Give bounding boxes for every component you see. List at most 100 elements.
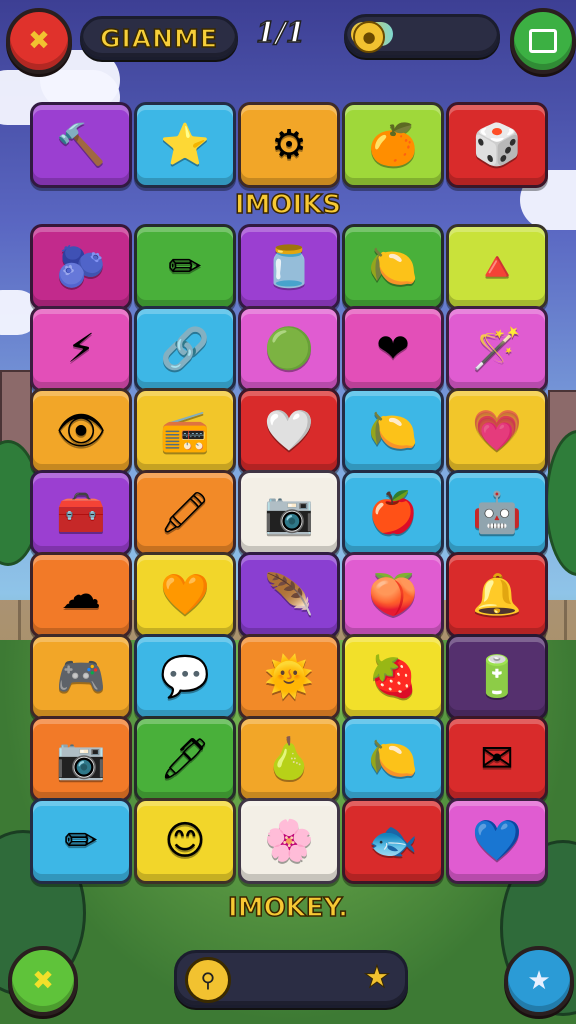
tile-lemon-face[interactable]: 🍋 bbox=[342, 224, 444, 310]
tile-gear[interactable]: ⚙ bbox=[238, 102, 340, 188]
plum-icon: 🍑 bbox=[368, 572, 418, 618]
marker-icon: 🖊 bbox=[159, 736, 211, 782]
tile-robot-box[interactable]: 🤖 bbox=[446, 470, 548, 556]
tile-toolbox[interactable]: 🧰 bbox=[30, 470, 132, 556]
tile-camera[interactable]: 📷 bbox=[238, 470, 340, 556]
tile-camera[interactable]: 📷 bbox=[30, 716, 132, 802]
tile-eye-device[interactable]: 👁 bbox=[30, 388, 132, 474]
coin-icon: ● bbox=[353, 21, 385, 53]
cone-icon: 🔺 bbox=[472, 244, 522, 290]
x-icon: ✖ bbox=[32, 966, 54, 996]
tile-pear[interactable]: 🍐 bbox=[238, 716, 340, 802]
tile-gamepad[interactable]: 🎮 bbox=[30, 634, 132, 720]
close-button[interactable]: ✖ bbox=[6, 8, 72, 74]
tile-marker[interactable]: 🖍 bbox=[134, 470, 236, 556]
star-icon: ⭐ bbox=[160, 122, 210, 168]
tile-strawberry[interactable]: 🍓 bbox=[342, 634, 444, 720]
tile-smiley-star[interactable]: 😊 bbox=[134, 798, 236, 884]
star-icon: ★ bbox=[363, 959, 391, 995]
magnifier-icon[interactable]: ⚲ bbox=[185, 957, 231, 1003]
tile-heart-bubble[interactable]: 💙 bbox=[446, 798, 548, 884]
bell-icon: 🔔 bbox=[472, 572, 522, 618]
tile-lemon[interactable]: 🍋 bbox=[342, 388, 444, 474]
strawberry-icon: 🍓 bbox=[368, 654, 418, 700]
wand-icon: 🪄 bbox=[472, 326, 522, 372]
score-counter: 1/1 bbox=[255, 15, 306, 50]
envelope-icon: ✉ bbox=[480, 736, 514, 782]
tile-bell[interactable]: 🔔 bbox=[446, 552, 548, 638]
ball-icon: 🟢 bbox=[264, 326, 314, 372]
heart-bubble-icon: 💙 bbox=[472, 818, 522, 864]
badge-button[interactable]: ★ bbox=[504, 946, 574, 1016]
bolt-icon: ⚡ bbox=[66, 326, 96, 372]
lemon-icon: 🍋 bbox=[368, 408, 418, 454]
marker-icon: 🖍 bbox=[159, 490, 211, 536]
board-label-bottom: IMOKEY. bbox=[227, 892, 348, 924]
star-badge-icon: ★ bbox=[527, 966, 551, 996]
heart-icon: 🤍 bbox=[264, 408, 314, 454]
tile-rings[interactable]: 🔗 bbox=[134, 306, 236, 392]
rings-icon: 🔗 bbox=[160, 326, 210, 372]
pencil-icon: ✏ bbox=[168, 244, 202, 290]
camera-icon: 📷 bbox=[264, 490, 314, 536]
tile-blueberry[interactable]: 🫐 bbox=[30, 224, 132, 310]
robot-box-icon: 🤖 bbox=[472, 490, 522, 536]
cloud-icon: ☁ bbox=[61, 572, 101, 618]
tile-ball[interactable]: 🟢 bbox=[238, 306, 340, 392]
toolbox-icon: 🧰 bbox=[56, 490, 106, 536]
tile-heart[interactable]: 💗 bbox=[446, 388, 548, 474]
tile-star[interactable]: ⭐ bbox=[134, 102, 236, 188]
jar-icon: 🫙 bbox=[264, 244, 314, 290]
lemon-icon: 🍋 bbox=[368, 736, 418, 782]
tile-sun-face[interactable]: 🌞 bbox=[238, 634, 340, 720]
dice-icon: 🎲 bbox=[472, 122, 522, 168]
lemon-face-icon: 🍋 bbox=[368, 244, 418, 290]
heart-icon: 💗 bbox=[472, 408, 522, 454]
tile-marker[interactable]: 🖊 bbox=[134, 716, 236, 802]
chat-bubble-icon: 💬 bbox=[160, 654, 210, 700]
tile-envelope[interactable]: ✉ bbox=[446, 716, 548, 802]
pencil-icon: ✏ bbox=[64, 818, 98, 864]
menu-button[interactable] bbox=[510, 8, 576, 74]
cancel-button[interactable]: ✖ bbox=[8, 946, 78, 1016]
tile-heart[interactable]: 🧡 bbox=[134, 552, 236, 638]
tile-orange[interactable]: 🍊 bbox=[342, 102, 444, 188]
pear-icon: 🍐 bbox=[264, 736, 314, 782]
gear-icon: ⚙ bbox=[271, 122, 307, 168]
tile-apple[interactable]: 🍎 bbox=[342, 470, 444, 556]
tile-cloud[interactable]: ☁ bbox=[30, 552, 132, 638]
tile-pencil[interactable]: ✏ bbox=[134, 224, 236, 310]
tile-leaf-flower[interactable]: 🌸 bbox=[238, 798, 340, 884]
board-label-middle: IMOIKS bbox=[234, 189, 342, 221]
tile-jar[interactable]: 🫙 bbox=[238, 224, 340, 310]
tile-plum[interactable]: 🍑 bbox=[342, 552, 444, 638]
radio-icon: 📻 bbox=[160, 408, 210, 454]
tile-feather[interactable]: 🪶 bbox=[238, 552, 340, 638]
tile-wand[interactable]: 🪄 bbox=[446, 306, 548, 392]
x-icon: ✖ bbox=[28, 26, 50, 56]
apple-icon: 🍎 bbox=[368, 490, 418, 536]
tile-lemon[interactable]: 🍋 bbox=[342, 716, 444, 802]
progress-bar: ● bbox=[344, 14, 500, 58]
tile-radio[interactable]: 📻 bbox=[134, 388, 236, 474]
tile-dice[interactable]: 🎲 bbox=[446, 102, 548, 188]
heart-icon: 🧡 bbox=[160, 572, 210, 618]
sun-face-icon: 🌞 bbox=[264, 654, 314, 700]
bottom-bar[interactable]: ⚲ ★ bbox=[174, 950, 408, 1008]
tile-pencil[interactable]: ✏ bbox=[30, 798, 132, 884]
tile-battery[interactable]: 🔋 bbox=[446, 634, 548, 720]
feather-icon: 🪶 bbox=[264, 572, 314, 618]
fish-icon: 🐟 bbox=[368, 818, 418, 864]
tile-chat-bubble[interactable]: 💬 bbox=[134, 634, 236, 720]
blueberry-icon: 🫐 bbox=[56, 244, 106, 290]
game-title: GIANME bbox=[99, 23, 219, 54]
tile-heart[interactable]: 🤍 bbox=[238, 388, 340, 474]
tile-fish[interactable]: 🐟 bbox=[342, 798, 444, 884]
smiley-star-icon: 😊 bbox=[164, 818, 206, 864]
tile-heart[interactable]: ❤ bbox=[342, 306, 444, 392]
tile-bolt[interactable]: ⚡ bbox=[30, 306, 132, 392]
orange-icon: 🍊 bbox=[368, 122, 418, 168]
tile-hammer-box[interactable]: 🔨 bbox=[30, 102, 132, 188]
panel-icon bbox=[529, 29, 557, 53]
tile-cone[interactable]: 🔺 bbox=[446, 224, 548, 310]
